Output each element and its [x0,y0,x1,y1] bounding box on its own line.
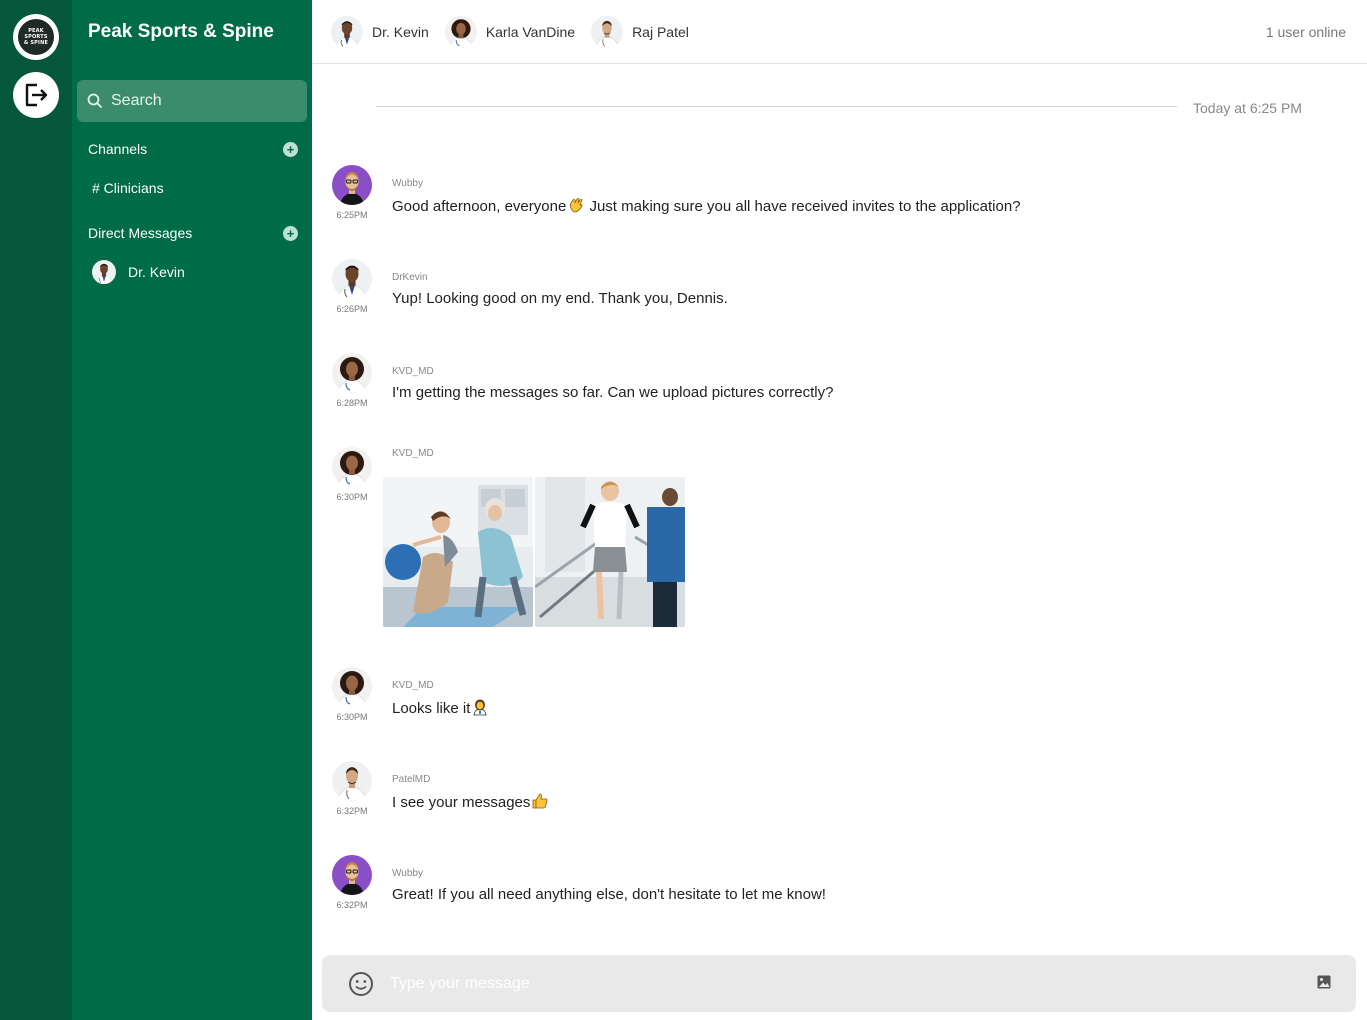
avatar[interactable] [332,447,372,487]
message-time: 6:25PM [336,210,368,220]
dm-label: Dr. Kevin [128,264,185,280]
message-author: Wubby [392,178,423,189]
message-text: Great! If you all need anything else, do… [392,886,826,903]
peak-logo-icon: PEAK SPORTS & SPINE [18,19,54,55]
avatar [331,16,363,48]
search-label: Search [111,92,162,109]
message-time: 6:30PM [336,492,368,502]
message-text: Good afternoon, everyone Just making sur… [392,196,1021,218]
physical-therapy-photo[interactable] [383,477,533,627]
avatar[interactable] [332,259,372,299]
message-input[interactable] [390,972,1290,996]
avatar[interactable] [332,855,372,895]
member-name: Raj Patel [632,23,689,40]
message-composer [322,955,1356,1012]
message-text-part: I see your messages [392,794,531,811]
message-time: 6:32PM [336,900,368,910]
member-raj-patel[interactable]: Raj Patel [591,16,689,48]
avatar [591,16,623,48]
avatar [445,16,477,48]
message-text-part: Good afternoon, everyone [392,198,567,215]
direct-messages-header-label: Direct Messages [88,225,193,241]
message-author: PatelMD [392,774,431,785]
message-text: I see your messages [392,792,549,814]
avatar[interactable] [332,165,372,205]
member-dr-kevin[interactable]: Dr. Kevin [331,16,429,48]
workspace-logo[interactable]: PEAK SPORTS & SPINE [13,14,59,60]
thumbs-up-icon [531,792,549,814]
sidebar-item-dr-kevin[interactable]: Dr. Kevin [92,260,185,284]
search-box[interactable]: Search [77,80,307,122]
channel-header: Dr. Kevin Karla VanDine Raj Patel 1 user… [312,0,1367,64]
add-direct-message-button[interactable]: + [283,225,298,241]
logout-button[interactable] [13,72,59,118]
avatar[interactable] [332,761,372,801]
sidebar: Peak Sports & Spine Search Channels + # … [72,0,312,1020]
message-text: Looks like it [392,698,489,720]
member-name: Karla VanDine [485,23,576,40]
message-text: Yup! Looking good on my end. Thank you, … [392,290,728,307]
message-attachments [383,477,685,627]
workspace-rail: PEAK SPORTS & SPINE [0,0,72,1020]
message-time: 6:30PM [336,712,368,722]
message-time: 6:28PM [336,398,368,408]
message-text-part: Just making sure you all have received i… [585,198,1021,215]
search-icon [87,93,103,109]
emoji-picker-button[interactable] [348,971,374,1002]
message-author: KVD_MD [392,366,434,377]
channels-header: Channels + [88,141,298,157]
avatar[interactable] [332,353,372,393]
direct-messages-header: Direct Messages + [88,225,298,241]
attach-image-button[interactable] [1316,974,1332,995]
message-time: 6:32PM [336,806,368,816]
image-icon [1317,975,1331,989]
avatar [92,260,116,284]
logout-icon [25,83,48,107]
logo-text-3: & SPINE [23,40,49,46]
smiley-icon [349,972,373,996]
message-author: KVD_MD [392,448,434,459]
message-text: I'm getting the messages so far. Can we … [392,384,834,401]
message-author: KVD_MD [392,680,434,691]
message-text-part: Looks like it [392,700,471,717]
member-karla-vandine[interactable]: Karla VanDine [445,16,575,48]
health-worker-icon [471,698,489,720]
message-author: Wubby [392,868,423,879]
team-name: Peak Sports & Spine [88,21,274,42]
avatar[interactable] [332,667,372,707]
date-divider-label: Today at 6:25 PM [1193,100,1302,116]
online-status: 1 user online [1265,24,1346,40]
add-channel-button[interactable]: + [283,141,298,157]
channels-header-label: Channels [88,141,148,157]
sidebar-item-clinicians[interactable]: # Clinicians [92,180,164,196]
message-author: DrKevin [392,272,428,283]
waving-hand-icon [567,196,585,218]
member-name: Dr. Kevin [372,23,429,40]
date-divider-line [376,106,1177,107]
gait-training-photo[interactable] [535,477,685,627]
message-time: 6:26PM [336,304,368,314]
